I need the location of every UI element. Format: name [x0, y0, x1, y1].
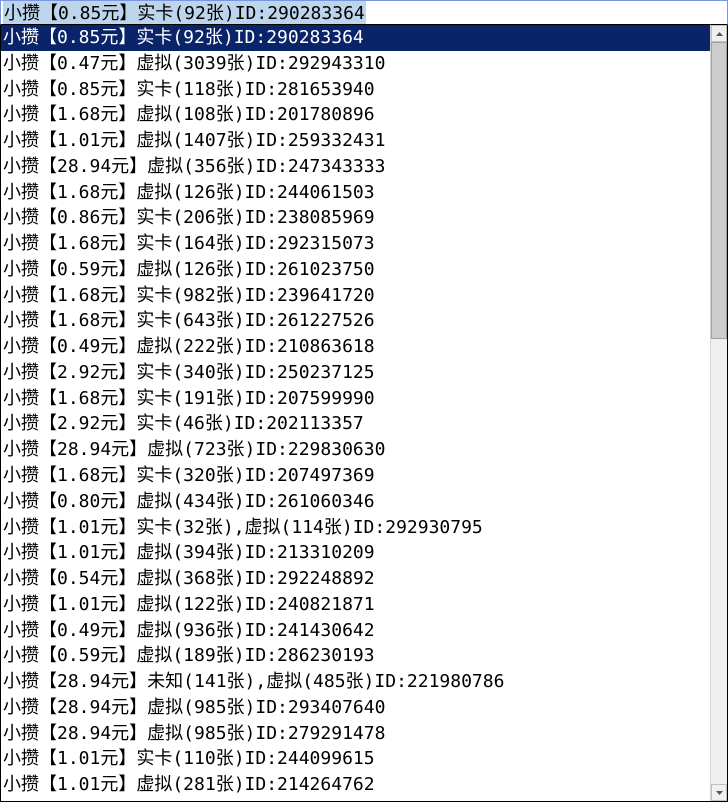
combo-option[interactable]: 小攒【28.94元】未知(141张),虚拟(485张)ID:221980786 — [1, 669, 710, 695]
combo-option[interactable]: 小攒【0.47元】虚拟(3039张)ID:292943310 — [1, 51, 710, 77]
combo-option-label: 小攒【2.92元】实卡(46张)ID:202113357 — [3, 413, 364, 434]
combo-option-label: 小攒【28.94元】虚拟(985张)ID:293407640 — [3, 697, 385, 718]
combo-selected-field[interactable]: 小攒【0.85元】实卡(92张)ID:290283364 — [0, 0, 728, 25]
combo-option-label: 小攒【0.85元】实卡(118张)ID:281653940 — [3, 79, 375, 100]
combo-option-list[interactable]: 小攒【0.85元】实卡(92张)ID:290283364 小攒【0.47元】虚拟(… — [1, 25, 710, 801]
scroll-track[interactable] — [711, 42, 727, 784]
combo-option-label: 小攒【0.59元】虚拟(126张)ID:261023750 — [3, 259, 375, 280]
combo-option[interactable]: 小攒【1.68元】实卡(191张)ID:207599990 — [1, 386, 710, 412]
combo-option-label: 小攒【0.47元】虚拟(3039张)ID:292943310 — [3, 53, 385, 74]
combo-option-label: 小攒【1.01元】实卡(32张),虚拟(114张)ID:292930795 — [3, 517, 483, 538]
combo-option-label: 小攒【1.68元】实卡(320张)ID:207497369 — [3, 465, 375, 486]
scroll-up-button[interactable] — [711, 25, 727, 42]
combo-option-label: 小攒【0.49元】虚拟(222张)ID:210863618 — [3, 336, 375, 357]
scroll-thumb[interactable] — [711, 42, 727, 339]
combo-option[interactable]: 小攒【2.92元】实卡(46张)ID:202113357 — [1, 411, 710, 437]
combo-option[interactable]: 小攒【0.49元】虚拟(222张)ID:210863618 — [1, 334, 710, 360]
combo-option[interactable]: 小攒【1.68元】虚拟(126张)ID:244061503 — [1, 180, 710, 206]
combo-option[interactable]: 小攒【1.68元】实卡(320张)ID:207497369 — [1, 463, 710, 489]
combo-option-label: 小攒【28.94元】虚拟(723张)ID:229830630 — [3, 439, 385, 460]
combo-option-label: 小攒【0.85元】实卡(92张)ID:290283364 — [3, 27, 364, 48]
combo-option[interactable]: 小攒【28.94元】虚拟(985张)ID:279291478 — [1, 721, 710, 747]
combo-option[interactable]: 小攒【1.01元】实卡(32张),虚拟(114张)ID:292930795 — [1, 515, 710, 541]
combo-option[interactable]: 小攒【0.59元】虚拟(126张)ID:261023750 — [1, 257, 710, 283]
combo-option[interactable]: 小攒【0.49元】虚拟(936张)ID:241430642 — [1, 618, 710, 644]
combo-option[interactable]: 小攒【1.01元】实卡(110张)ID:244099615 — [1, 746, 710, 772]
chevron-down-icon — [716, 791, 723, 795]
chevron-up-icon — [716, 32, 723, 36]
combo-dropdown-panel: 小攒【0.85元】实卡(92张)ID:290283364 小攒【0.47元】虚拟(… — [0, 25, 728, 802]
combo-option[interactable]: 小攒【1.68元】虚拟(108张)ID:201780896 — [1, 102, 710, 128]
combo-option-label: 小攒【28.94元】虚拟(356张)ID:247343333 — [3, 156, 385, 177]
combo-option[interactable]: 小攒【1.01元】虚拟(394张)ID:213310209 — [1, 540, 710, 566]
combo-option-label: 小攒【0.86元】实卡(206张)ID:238085969 — [3, 207, 375, 228]
combo-option-label: 小攒【1.68元】实卡(164张)ID:292315073 — [3, 233, 375, 254]
combo-option-label: 小攒【1.01元】虚拟(1407张)ID:259332431 — [3, 130, 385, 151]
combo-option[interactable]: 小攒【0.80元】虚拟(434张)ID:261060346 — [1, 489, 710, 515]
combo-option[interactable]: 小攒【1.68元】实卡(164张)ID:292315073 — [1, 231, 710, 257]
combo-option-label: 小攒【1.01元】虚拟(394张)ID:213310209 — [3, 542, 375, 563]
combo-option-label: 小攒【1.68元】实卡(191张)ID:207599990 — [3, 388, 375, 409]
combo-option[interactable]: 小攒【1.01元】虚拟(122张)ID:240821871 — [1, 592, 710, 618]
combo-option[interactable]: 小攒【28.94元】虚拟(723张)ID:229830630 — [1, 437, 710, 463]
combo-option[interactable]: 小攒【0.85元】实卡(118张)ID:281653940 — [1, 77, 710, 103]
combo-option-label: 小攒【28.94元】虚拟(985张)ID:279291478 — [3, 723, 385, 744]
combo-option-label: 小攒【1.68元】实卡(982张)ID:239641720 — [3, 285, 375, 306]
dropdown-combobox[interactable]: 小攒【0.85元】实卡(92张)ID:290283364 小攒【0.85元】实卡… — [0, 0, 728, 802]
combo-selected-text: 小攒【0.85元】实卡(92张)ID:290283364 — [3, 1, 366, 25]
combo-option-label: 小攒【0.59元】虚拟(189张)ID:286230193 — [3, 645, 375, 666]
combo-option[interactable]: 小攒【1.01元】虚拟(281张)ID:214264762 — [1, 772, 710, 798]
combo-option-label: 小攒【0.54元】虚拟(368张)ID:292248892 — [3, 568, 375, 589]
combo-option-label: 小攒【1.01元】虚拟(122张)ID:240821871 — [3, 594, 375, 615]
combo-option-label: 小攒【0.49元】虚拟(936张)ID:241430642 — [3, 620, 375, 641]
combo-option-label: 小攒【2.92元】实卡(340张)ID:250237125 — [3, 362, 375, 383]
combo-option[interactable]: 小攒【1.68元】实卡(643张)ID:261227526 — [1, 308, 710, 334]
combo-option[interactable]: 小攒【28.94元】虚拟(985张)ID:293407640 — [1, 695, 710, 721]
scroll-down-button[interactable] — [711, 784, 727, 801]
combo-option[interactable]: 小攒【28.94元】虚拟(356张)ID:247343333 — [1, 154, 710, 180]
combo-option[interactable]: 小攒【0.85元】实卡(92张)ID:290283364 — [1, 25, 710, 51]
combo-option-label: 小攒【1.68元】实卡(643张)ID:261227526 — [3, 310, 375, 331]
combo-option-label: 小攒【28.94元】未知(141张),虚拟(485张)ID:221980786 — [3, 671, 504, 692]
combo-option[interactable]: 小攒【0.59元】虚拟(189张)ID:286230193 — [1, 643, 710, 669]
combo-option[interactable]: 小攒【0.54元】虚拟(368张)ID:292248892 — [1, 566, 710, 592]
combo-option[interactable]: 小攒【0.86元】实卡(206张)ID:238085969 — [1, 205, 710, 231]
combo-option-label: 小攒【0.80元】虚拟(434张)ID:261060346 — [3, 491, 375, 512]
combo-option-label: 小攒【1.68元】虚拟(126张)ID:244061503 — [3, 182, 375, 203]
combo-option[interactable]: 小攒【1.01元】虚拟(1407张)ID:259332431 — [1, 128, 710, 154]
combo-option[interactable]: 小攒【2.92元】实卡(340张)ID:250237125 — [1, 360, 710, 386]
combo-option-label: 小攒【1.01元】虚拟(281张)ID:214264762 — [3, 774, 375, 795]
combo-option-label: 小攒【1.01元】实卡(110张)ID:244099615 — [3, 748, 375, 769]
combo-option-label: 小攒【1.68元】虚拟(108张)ID:201780896 — [3, 104, 375, 125]
combo-option[interactable]: 小攒【1.68元】实卡(982张)ID:239641720 — [1, 283, 710, 309]
vertical-scrollbar[interactable] — [710, 25, 727, 801]
